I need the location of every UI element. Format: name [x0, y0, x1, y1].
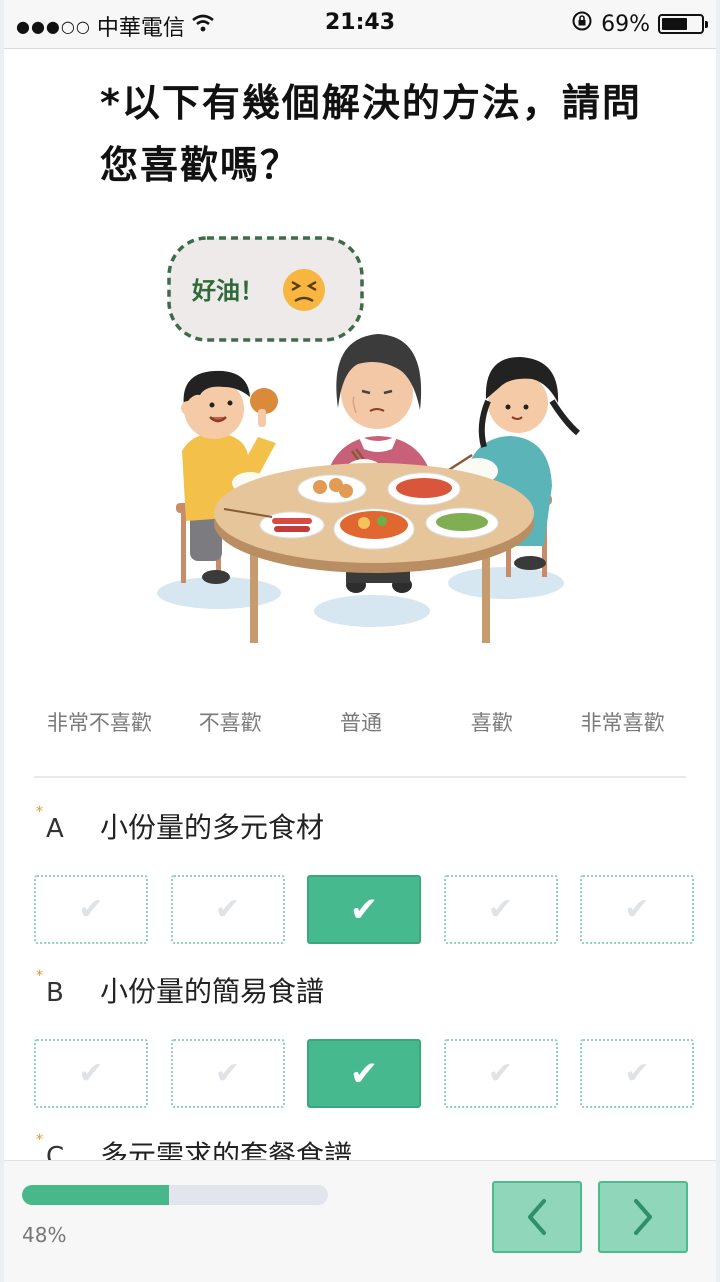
check-icon: ✔ — [624, 892, 650, 927]
scale-label-neutral: 普通 — [339, 711, 382, 735]
check-icon: ✔ — [214, 1056, 241, 1091]
bubble-text: 好油！ — [191, 277, 264, 305]
survey-content[interactable]: *以下有幾個解決的方法，請問您喜歡嗎？ 好油！ 非常不喜歡 不喜歡 普通 喜歡 … — [4, 48, 716, 1160]
check-icon: ✔ — [78, 892, 104, 927]
question-item-b: * B 小份量的簡易食譜 ✔ ✔ ✔ ✔ ✔ — [34, 964, 694, 1108]
required-marker: * — [36, 1132, 43, 1148]
rating-option-like[interactable]: ✔ — [443, 1039, 558, 1108]
question-header: * A 小份量的多元食材 — [34, 800, 694, 860]
status-right: 69% — [571, 10, 708, 38]
chevron-left-icon — [528, 1199, 546, 1235]
question-item-c: * C 多元需求的套餐食譜 — [34, 1128, 694, 1160]
rating-option-neutral[interactable]: ✔ — [307, 1039, 421, 1108]
scale-label-dislike: 不喜歡 — [198, 711, 262, 735]
rating-options: ✔ ✔ ✔ ✔ ✔ — [34, 875, 694, 944]
scale-label-very-like: 非常喜歡 — [580, 711, 665, 735]
check-icon: ✔ — [624, 1056, 650, 1091]
speech-bubble: 好油！ — [167, 236, 364, 342]
progress-fill — [22, 1185, 169, 1205]
rating-option-dislike[interactable]: ✔ — [170, 1039, 285, 1108]
bottom-nav-bar: 48% — [4, 1160, 716, 1282]
scale-label-like: 喜歡 — [470, 711, 513, 735]
required-marker: * — [36, 804, 43, 820]
battery-percent: 69% — [601, 11, 650, 37]
question-letter: B — [46, 978, 64, 1008]
question-letter: A — [46, 814, 64, 844]
question-letter: C — [46, 1142, 65, 1160]
rotation-lock-icon — [571, 10, 593, 38]
check-icon: ✔ — [349, 889, 379, 930]
question-header: * B 小份量的簡易食譜 — [34, 964, 694, 1024]
rating-option-like[interactable]: ✔ — [443, 875, 558, 944]
rating-option-very-like[interactable]: ✔ — [580, 875, 694, 944]
battery-icon — [658, 14, 708, 34]
next-button[interactable] — [598, 1181, 688, 1253]
question-header: * C 多元需求的套餐食譜 — [34, 1128, 694, 1160]
survey-screen: ●●●○○ 中華電信 21:43 69% *以下有幾個解決的方法，請問您喜歡嗎？ — [4, 0, 716, 1282]
rating-option-very-like[interactable]: ✔ — [580, 1039, 694, 1108]
required-marker: * — [36, 968, 43, 984]
question-title: *以下有幾個解決的方法，請問您喜歡嗎？ — [100, 81, 642, 187]
battery-fill — [662, 18, 687, 30]
progress-percent: 48% — [22, 1223, 67, 1247]
rating-option-dislike[interactable]: ✔ — [170, 875, 285, 944]
rating-options: ✔ ✔ ✔ ✔ ✔ — [34, 1039, 694, 1108]
check-icon: ✔ — [487, 892, 514, 927]
scale-label-very-dislike: 非常不喜歡 — [46, 711, 152, 735]
question-text: 小份量的簡易食譜 — [100, 975, 325, 1008]
progress-bar — [22, 1185, 328, 1205]
question-item-a: * A 小份量的多元食材 ✔ ✔ ✔ ✔ ✔ — [34, 800, 694, 944]
check-icon: ✔ — [349, 1053, 379, 1094]
question-text: 多元需求的套餐食譜 — [100, 1139, 353, 1160]
family-dinner-illustration: 好油！ — [157, 236, 580, 643]
disgusted-face-icon — [283, 269, 325, 311]
question-text: 小份量的多元食材 — [100, 811, 325, 844]
header-divider — [34, 776, 686, 778]
rating-option-very-dislike[interactable]: ✔ — [34, 875, 148, 944]
rating-option-very-dislike[interactable]: ✔ — [34, 1039, 148, 1108]
previous-button[interactable] — [492, 1181, 582, 1253]
chevron-right-icon — [634, 1199, 652, 1235]
status-bar: ●●●○○ 中華電信 21:43 69% — [4, 0, 716, 49]
check-icon: ✔ — [487, 1056, 514, 1091]
check-icon: ✔ — [78, 1056, 104, 1091]
rating-option-neutral[interactable]: ✔ — [307, 875, 421, 944]
check-icon: ✔ — [214, 892, 241, 927]
scale-header: 非常不喜歡 不喜歡 普通 喜歡 非常喜歡 — [34, 708, 688, 738]
